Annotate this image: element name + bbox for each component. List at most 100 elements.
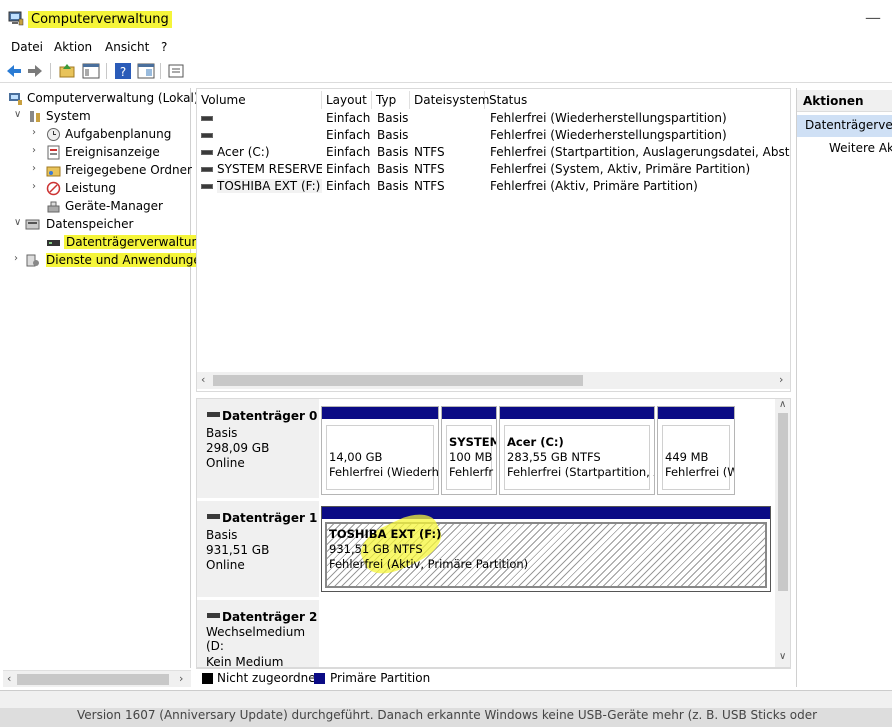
console-icon[interactable] [137, 62, 155, 80]
navigation-tree: Computerverwaltung (Lokal) ∨ System › Au… [0, 88, 209, 668]
menu-help[interactable]: ? [161, 40, 167, 54]
partition-size: 14,00 GB [329, 450, 383, 464]
menu-aktion[interactable]: Aktion [54, 40, 92, 54]
chevron-right-icon[interactable]: › [32, 145, 36, 156]
tree-label: Leistung [65, 181, 116, 195]
cell-typ: Basis [377, 111, 409, 125]
partition-size: 449 MB [665, 450, 709, 464]
scroll-down-icon[interactable]: ∨ [779, 651, 786, 662]
volume-icon [201, 133, 213, 138]
disk-type: Basis [206, 426, 238, 440]
cell-volume: SYSTEM RESERVED [217, 162, 322, 176]
help-icon[interactable]: ? [114, 62, 132, 80]
partition-system-reserved[interactable]: SYSTEM 100 MB Fehlerfr [441, 406, 497, 495]
partition-disk0-recovery[interactable]: 14,00 GB Fehlerfrei (Wiederhe [321, 406, 439, 495]
legend-swatch-primary [314, 673, 325, 684]
disk-2-label[interactable]: Datenträger 2 Wechselmedium (D: Kein Med… [197, 600, 319, 667]
chevron-right-icon[interactable]: › [14, 253, 18, 264]
actions-pane: Aktionen Datenträgerverw Weitere Akti [796, 88, 892, 687]
table-row[interactable]: Acer (C:) Einfach Basis NTFS Fehlerfrei … [197, 144, 790, 161]
forward-arrow-icon[interactable] [26, 62, 44, 80]
menu-bar: Datei Aktion Ansicht ? [0, 38, 892, 58]
scroll-thumb[interactable] [213, 375, 583, 386]
minimize-button[interactable]: — [858, 8, 888, 28]
column-typ[interactable]: Typ [372, 91, 410, 109]
table-row[interactable]: TOSHIBA EXT (F:) Einfach Basis NTFS Fehl… [197, 178, 790, 195]
cell-status: Fehlerfrei (Startpartition, Auslagerungs… [490, 145, 790, 159]
partition-disk0-recovery-2[interactable]: 449 MB Fehlerfrei (W [657, 406, 735, 495]
cell-dateisystem: NTFS [414, 179, 445, 193]
scroll-thumb[interactable] [778, 413, 788, 591]
back-arrow-icon[interactable] [5, 62, 23, 80]
disk-state: Online [206, 456, 245, 470]
column-dateisystem[interactable]: Dateisystem [410, 91, 489, 109]
menu-ansicht[interactable]: Ansicht [105, 40, 149, 54]
show-hide-tree-icon[interactable] [82, 62, 100, 80]
disk-type: Wechselmedium (D: [206, 625, 306, 653]
partition-status: Fehlerfrei (W [665, 465, 735, 479]
disk-size: 931,51 GB [206, 543, 270, 557]
scroll-left-icon[interactable]: ‹ [201, 373, 205, 386]
table-row[interactable]: SYSTEM RESERVED Einfach Basis NTFS Fehle… [197, 161, 790, 178]
cell-dateisystem: NTFS [414, 145, 445, 159]
column-status[interactable]: Status [485, 91, 790, 109]
menu-datei[interactable]: Datei [11, 40, 43, 54]
scroll-right-icon[interactable]: › [779, 373, 783, 386]
table-row[interactable]: Einfach Basis Fehlerfrei (Wiederherstell… [197, 127, 790, 144]
system-tools-icon [30, 111, 40, 122]
cell-volume: Acer (C:) [217, 145, 270, 159]
list-horizontal-scrollbar[interactable]: ‹ › [197, 372, 790, 389]
scroll-up-icon[interactable]: ∧ [779, 399, 786, 410]
cell-volume: TOSHIBA EXT (F:) [217, 179, 322, 193]
chevron-down-icon[interactable]: ∨ [14, 217, 21, 228]
cell-layout: Einfach [326, 145, 371, 159]
properties-icon[interactable] [167, 62, 185, 80]
disk-1-label[interactable]: Datenträger 1 Basis 931,51 GB Online [197, 501, 319, 598]
partition-acer-c[interactable]: Acer (C:) 283,55 GB NTFS Fehlerfrei (Sta… [499, 406, 655, 495]
cell-typ: Basis [377, 162, 409, 176]
legend-label-primary: Primäre Partition [330, 671, 431, 685]
disk-name: Datenträger 2 [222, 610, 318, 624]
table-row[interactable]: Einfach Basis Fehlerfrei (Wiederherstell… [197, 110, 790, 127]
tree-horizontal-scrollbar[interactable]: ‹ › [3, 670, 191, 687]
column-layout[interactable]: Layout [322, 91, 372, 109]
toolbar: ? [0, 59, 892, 83]
cell-layout: Einfach [326, 111, 371, 125]
partition-status: Fehlerfrei (Startpartition, Au [507, 465, 655, 479]
scroll-left-icon[interactable]: ‹ [7, 672, 11, 685]
legend-label-unallocated: Nicht zugeordnet [217, 671, 321, 685]
chevron-right-icon[interactable]: › [32, 181, 36, 192]
up-folder-icon[interactable] [58, 62, 76, 80]
cell-status: Fehlerfrei (Aktiv, Primäre Partition) [490, 179, 698, 193]
storage-icon [25, 219, 40, 230]
actions-section-disk-management[interactable]: Datenträgerverw [797, 115, 892, 137]
volume-icon [201, 150, 213, 155]
disk-vertical-scrollbar[interactable]: ∧ ∨ [775, 399, 790, 667]
volume-icon [201, 116, 213, 121]
chevron-down-icon[interactable]: ∨ [14, 109, 21, 120]
scroll-right-icon[interactable]: › [179, 672, 183, 685]
actions-more-link[interactable]: Weitere Akti [829, 141, 892, 155]
cell-status: Fehlerfrei (System, Aktiv, Primäre Parti… [490, 162, 751, 176]
chevron-right-icon[interactable]: › [32, 163, 36, 174]
disk-state: Online [206, 558, 245, 572]
partition-toshiba-ext-f[interactable]: TOSHIBA EXT (F:) 931,51 GB NTFS Fehlerfr… [321, 506, 771, 592]
computer-management-icon [8, 11, 24, 26]
partition-title: SYSTEM [449, 435, 497, 449]
partition-status: Fehlerfr [449, 465, 494, 479]
disk-size: 298,09 GB [206, 441, 270, 455]
cell-typ: Basis [377, 145, 409, 159]
tree-label-selected: Datenträgerverwaltung [64, 235, 209, 249]
title-bar: Computerverwaltung — [0, 0, 892, 36]
column-volume[interactable]: Volume [197, 91, 322, 109]
disk-0-label[interactable]: Datenträger 0 Basis 298,09 GB Online [197, 399, 319, 499]
device-manager-icon [47, 201, 60, 213]
scroll-thumb[interactable] [17, 674, 169, 685]
tree-label: Aufgabenplanung [65, 127, 172, 141]
cell-layout: Einfach [326, 128, 371, 142]
chevron-right-icon[interactable]: › [32, 127, 36, 138]
partition-size: 283,55 GB NTFS [507, 450, 601, 464]
background-page-text: Version 1607 (Anniversary Update) durchg… [0, 708, 892, 727]
disk-management-icon [47, 240, 60, 246]
actions-title: Aktionen [797, 90, 892, 112]
